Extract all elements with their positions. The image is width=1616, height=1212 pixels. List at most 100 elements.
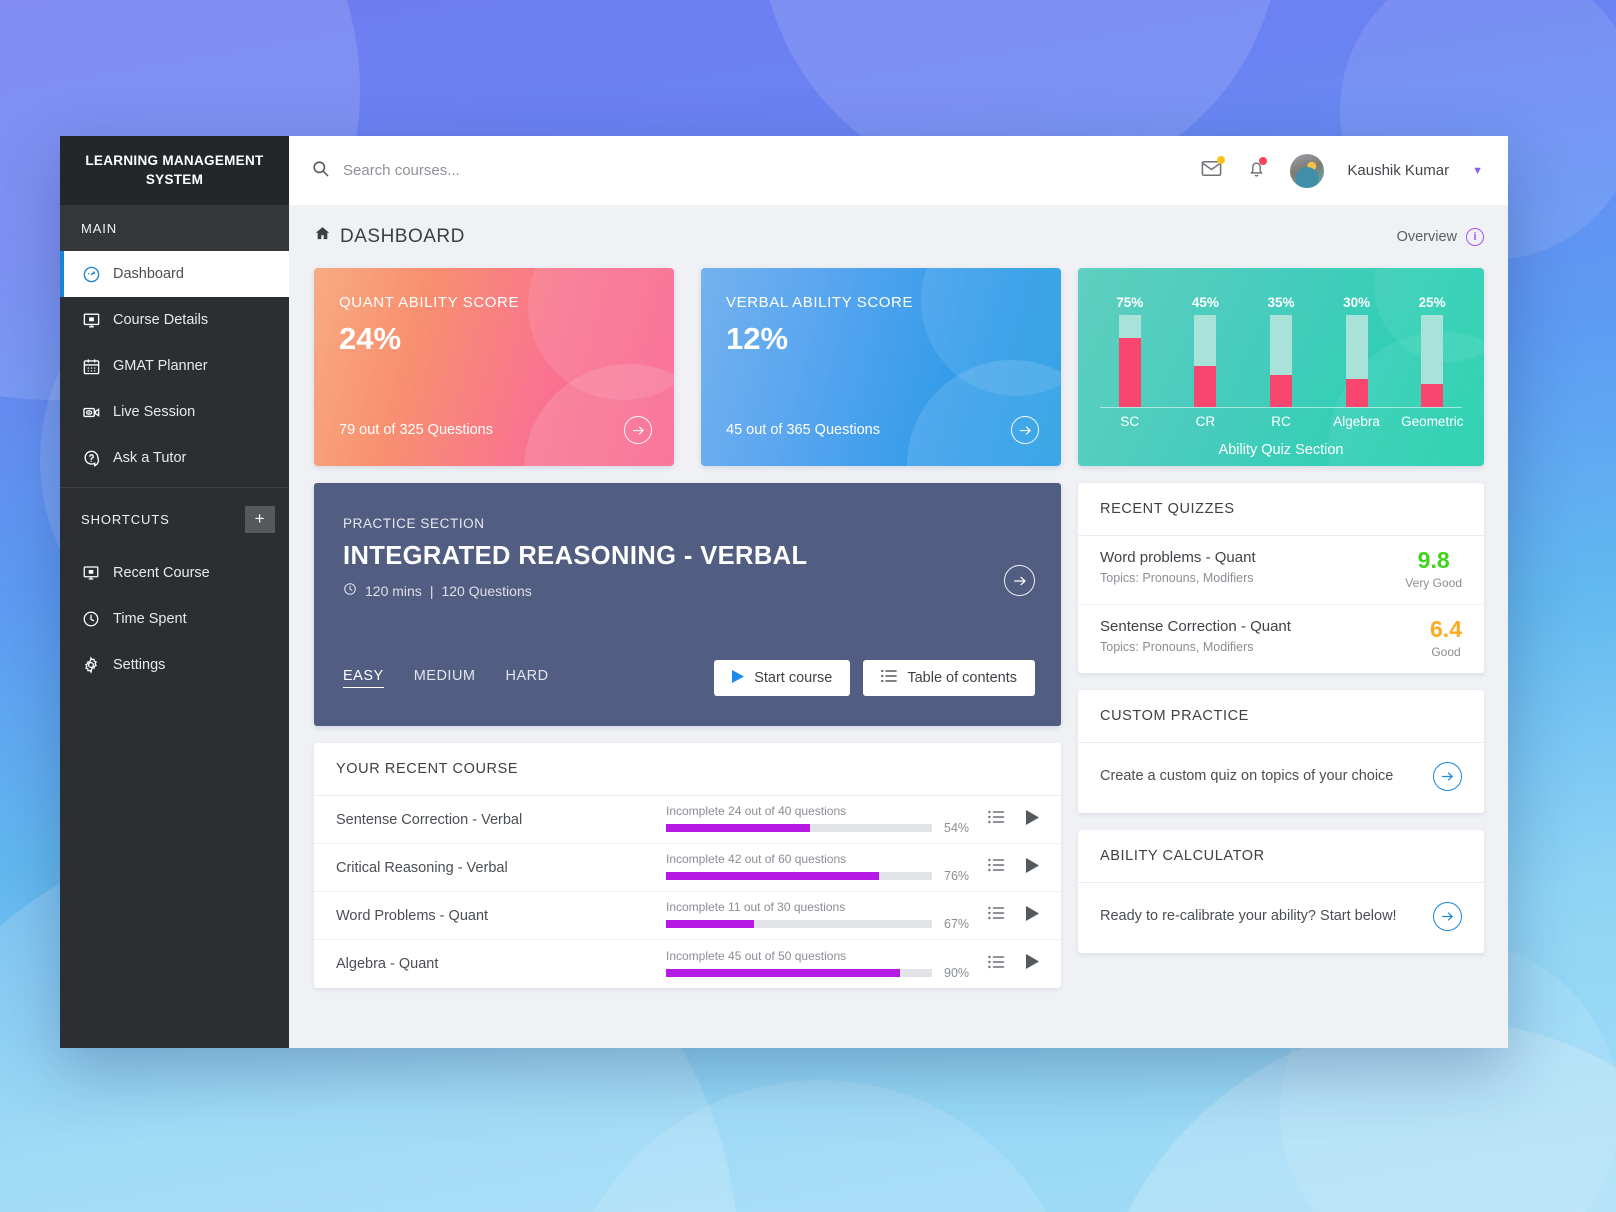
ability-calculator-body: Ready to re-calibrate your ability? Star… — [1100, 908, 1397, 925]
difficulty-hard[interactable]: HARD — [506, 668, 549, 688]
score-cards-row: QUANT ABILITY SCORE 24% 79 out of 325 Qu… — [314, 268, 1061, 466]
bar-track — [1421, 315, 1444, 407]
bar-value-label: 35% — [1267, 295, 1295, 310]
progress-label: Incomplete 11 out of 30 questions — [666, 900, 846, 914]
custom-practice-heading: CUSTOM PRACTICE — [1078, 690, 1484, 743]
monitor-icon — [81, 563, 101, 583]
toc-label: Table of contents — [907, 670, 1017, 686]
chevron-down-icon[interactable]: ▼ — [1472, 165, 1483, 177]
table-row[interactable]: Sentense Correction - Verbal Incomplete … — [314, 796, 1061, 844]
difficulty-easy[interactable]: EASY — [343, 668, 384, 688]
quiz-name: Sentense Correction - Quant — [1100, 618, 1291, 635]
row-actions — [988, 809, 1039, 830]
sidebar-item-dashboard[interactable]: Dashboard — [60, 251, 289, 297]
sidebar-item-label: Settings — [113, 657, 166, 673]
overview-toggle[interactable]: Overview i — [1397, 227, 1484, 246]
card-label: QUANT ABILITY SCORE — [339, 294, 520, 311]
mail-icon[interactable] — [1200, 155, 1226, 185]
list-icon[interactable] — [988, 906, 1005, 925]
start-course-button[interactable]: Start course — [714, 660, 851, 696]
sidebar-item-label: Dashboard — [113, 266, 184, 282]
progress-track — [666, 968, 932, 977]
play-icon[interactable] — [1026, 954, 1039, 974]
arrow-right-icon[interactable] — [1433, 902, 1462, 931]
top-bar: Kaushik Kumar ▼ — [289, 136, 1508, 205]
sidebar-item-settings[interactable]: Settings — [60, 642, 289, 688]
course-progress: Incomplete 42 out of 60 questions 76% — [666, 852, 988, 883]
chart-category: RC — [1271, 414, 1291, 429]
custom-practice-panel: CUSTOM PRACTICE Create a custom quiz on … — [1078, 690, 1484, 813]
clock-icon — [81, 609, 101, 629]
card-footer: 79 out of 325 Questions — [339, 416, 652, 444]
avatar[interactable] — [1290, 153, 1325, 188]
sidebar-section-shortcuts: SHORTCUTS + — [60, 488, 289, 550]
practice-section-card[interactable]: PRACTICE SECTION INTEGRATED REASONING - … — [314, 483, 1061, 726]
bell-icon[interactable] — [1246, 156, 1268, 184]
start-course-label: Start course — [754, 670, 833, 686]
practice-duration: 120 mins — [365, 582, 422, 599]
sidebar: LEARNING MANAGEMENT SYSTEM MAIN Dashboar… — [60, 136, 289, 1048]
bar-track — [1269, 315, 1292, 407]
sidebar-item-recent-course[interactable]: Recent Course — [60, 550, 289, 596]
bar-track — [1194, 315, 1217, 407]
practice-buttons: Start course Table of contents — [714, 660, 1035, 696]
top-bar-actions: Kaushik Kumar ▼ — [1200, 153, 1483, 188]
list-item[interactable]: Word problems - Quant Topics: Pronouns, … — [1078, 536, 1484, 605]
table-of-contents-button[interactable]: Table of contents — [863, 660, 1035, 696]
sidebar-item-live-session[interactable]: Live Session — [60, 389, 289, 435]
difficulty-tabs: EASY MEDIUM HARD — [343, 668, 549, 688]
play-icon[interactable] — [1026, 809, 1039, 830]
recent-quizzes-heading: RECENT QUIZZES — [1078, 483, 1484, 536]
progress-track — [666, 872, 932, 880]
table-row[interactable]: Word Problems - Quant Incomplete 11 out … — [314, 892, 1061, 940]
list-icon[interactable] — [988, 810, 1005, 829]
play-icon[interactable] — [1026, 857, 1039, 878]
play-icon — [732, 669, 745, 687]
ability-calculator-panel: ABILITY CALCULATOR Ready to re-calibrate… — [1078, 830, 1484, 953]
search-input[interactable] — [343, 162, 763, 179]
list-item[interactable]: Sentense Correction - Quant Topics: Pron… — [1078, 605, 1484, 673]
chart-category: CR — [1195, 414, 1216, 429]
difficulty-medium[interactable]: MEDIUM — [414, 668, 476, 688]
arrow-right-icon[interactable] — [1004, 565, 1035, 596]
page-title-text: DASHBOARD — [340, 225, 465, 247]
page-title: DASHBOARD — [314, 225, 465, 248]
right-column: 75% 45% 35% 30% 25% SC CR RC Algebra Geo… — [1078, 268, 1484, 988]
chart-category: SC — [1120, 414, 1140, 429]
info-icon[interactable]: i — [1466, 227, 1484, 246]
bar-value-label: 25% — [1418, 295, 1446, 310]
quiz-rating: Good — [1431, 645, 1461, 659]
quiz-topics: Topics: Pronouns, Modifiers — [1100, 571, 1254, 585]
arrow-right-icon[interactable] — [1011, 416, 1039, 444]
sidebar-item-ask-a-tutor[interactable]: Ask a Tutor — [60, 435, 289, 481]
calendar-icon — [81, 356, 101, 376]
table-row[interactable]: Algebra - Quant Incomplete 45 out of 50 … — [314, 940, 1061, 988]
sidebar-item-course-details[interactable]: Course Details — [60, 297, 289, 343]
row-actions — [988, 954, 1039, 974]
verbal-ability-score-card[interactable]: VERBAL ABILITY SCORE 12% 45 out of 365 Q… — [701, 268, 1061, 466]
sidebar-item-label: Recent Course — [113, 565, 210, 581]
table-row[interactable]: Critical Reasoning - Verbal Incomplete 4… — [314, 844, 1061, 892]
list-icon — [881, 669, 898, 687]
arrow-right-icon[interactable] — [1433, 762, 1462, 791]
play-icon[interactable] — [1026, 905, 1039, 926]
course-progress: Incomplete 45 out of 50 questions 90% — [666, 949, 988, 980]
home-icon — [314, 225, 331, 248]
custom-practice-body: Create a custom quiz on topics of your c… — [1100, 768, 1394, 785]
sidebar-item-gmat-planner[interactable]: GMAT Planner — [60, 343, 289, 389]
arrow-right-icon[interactable] — [624, 416, 652, 444]
chart-bar: 35% — [1250, 295, 1312, 407]
list-icon[interactable] — [988, 858, 1005, 877]
course-progress: Incomplete 11 out of 30 questions 67% — [666, 900, 988, 931]
user-name: Kaushik Kumar — [1347, 162, 1450, 179]
quant-ability-score-card[interactable]: QUANT ABILITY SCORE 24% 79 out of 325 Qu… — [314, 268, 674, 466]
chart-bar: 45% — [1174, 295, 1236, 407]
add-shortcut-button[interactable]: + — [245, 505, 275, 533]
dashboard-grid: QUANT ABILITY SCORE 24% 79 out of 325 Qu… — [314, 268, 1484, 988]
sidebar-item-time-spent[interactable]: Time Spent — [60, 596, 289, 642]
course-name: Critical Reasoning - Verbal — [336, 859, 508, 876]
recent-course-heading: YOUR RECENT COURSE — [314, 743, 1061, 796]
list-icon[interactable] — [988, 955, 1005, 974]
clock-icon — [343, 582, 357, 599]
chart-category-labels: SC CR RC Algebra Geometric — [1078, 408, 1484, 429]
